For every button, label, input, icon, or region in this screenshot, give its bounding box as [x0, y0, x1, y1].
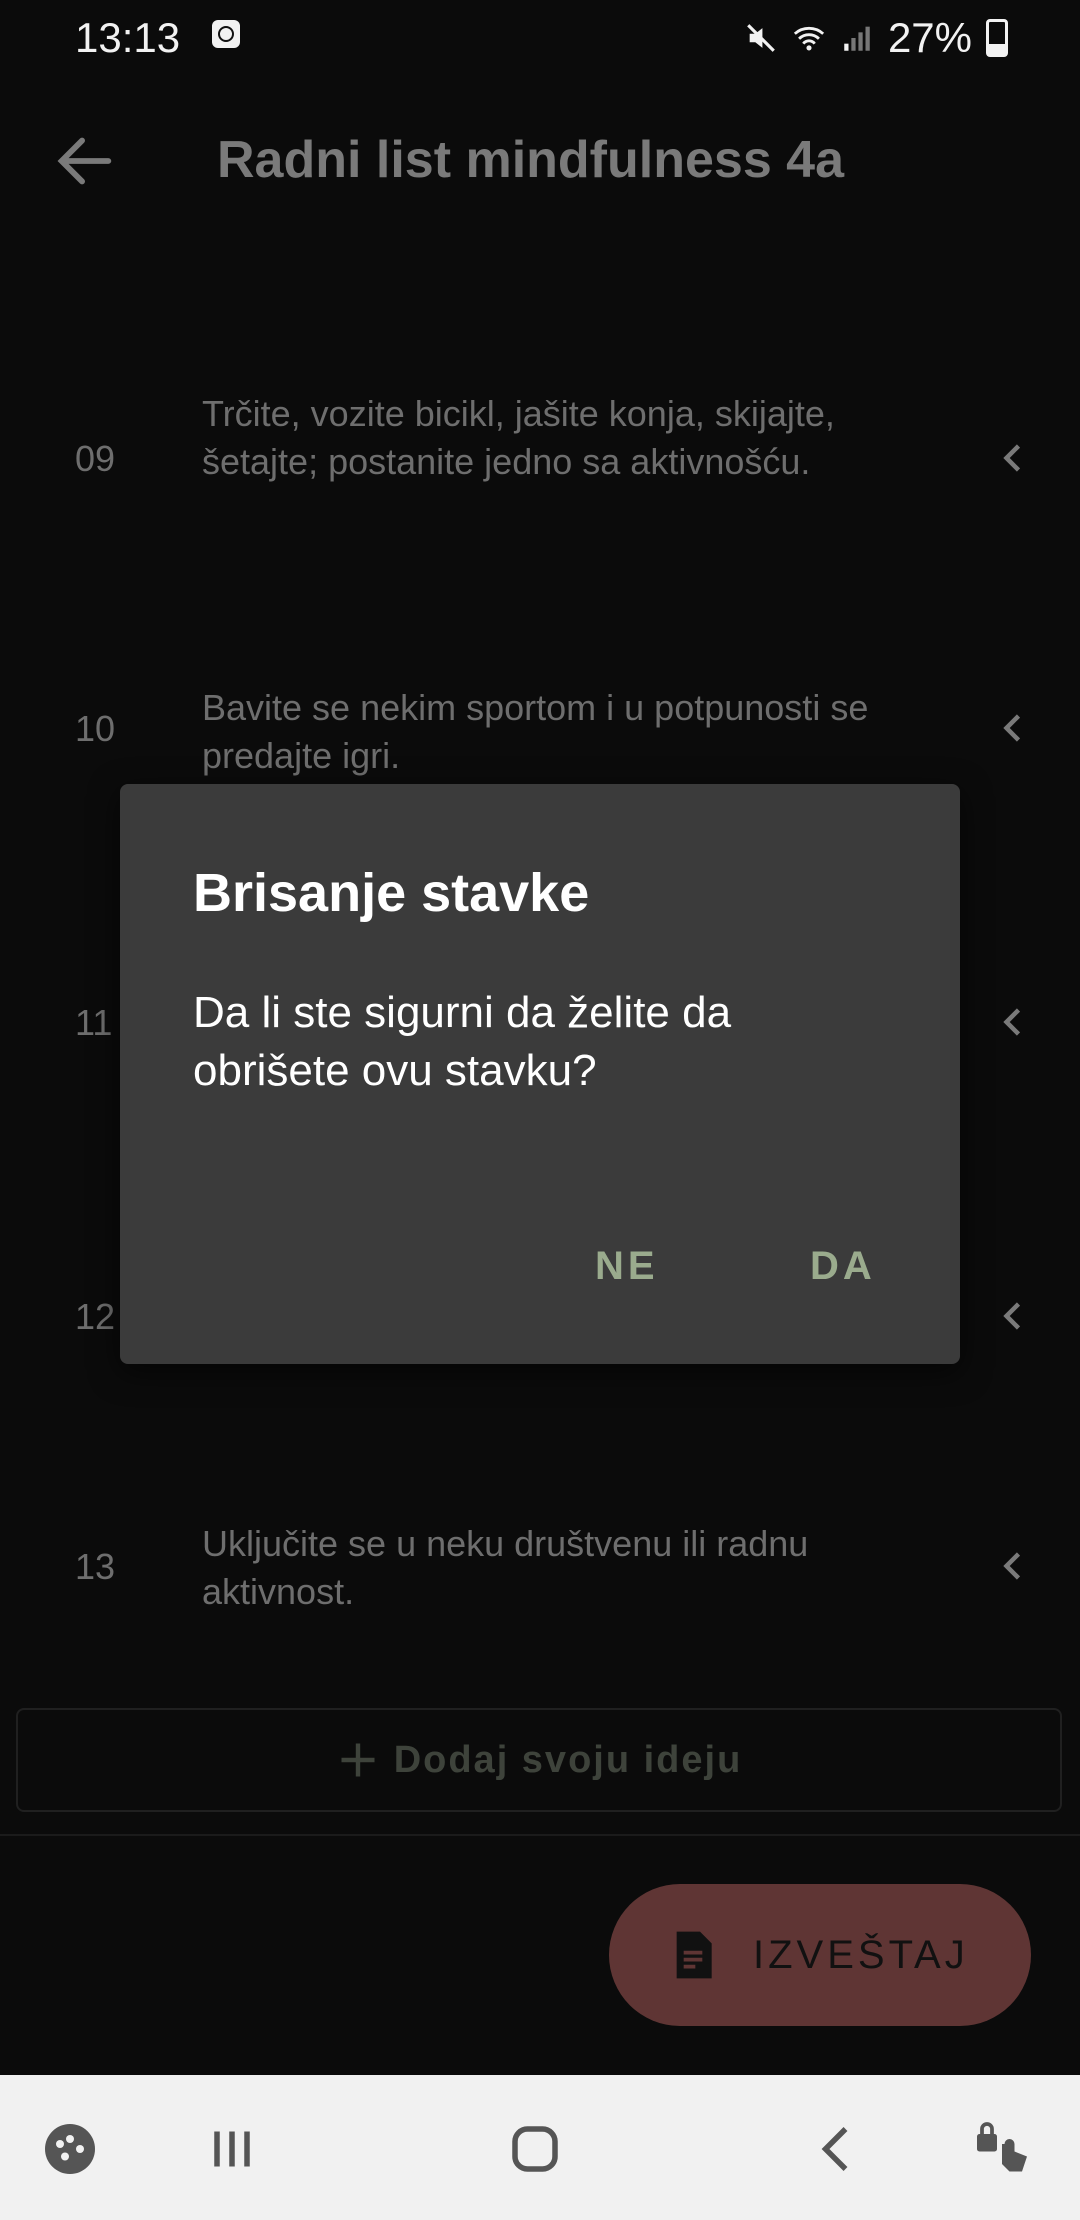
report-button[interactable]: IZVEŠTAJ	[609, 1884, 1031, 2026]
status-icons: 27%	[744, 14, 1008, 62]
report-label: IZVEŠTAJ	[753, 1932, 969, 1977]
game-launcher-icon[interactable]	[40, 2119, 100, 2179]
home-icon[interactable]	[505, 2119, 565, 2179]
back-arrow-icon[interactable]	[50, 126, 120, 196]
chevron-left-icon[interactable]	[996, 440, 1032, 476]
wifi-icon	[793, 26, 825, 51]
list-item[interactable]: 13 Uključite se u neku društvenu ili rad…	[0, 1518, 1080, 1618]
document-icon	[676, 1931, 712, 1979]
battery-percent: 27%	[887, 14, 972, 61]
item-number: 11	[75, 1002, 113, 1043]
status-time: 13:13	[75, 14, 181, 61]
mute-icon	[747, 24, 775, 52]
signal-icon	[844, 26, 870, 51]
dialog-yes-button[interactable]: DA	[810, 1244, 876, 1289]
item-number: 12	[75, 1296, 116, 1337]
dialog-title: Brisanje stavke	[193, 863, 590, 923]
chevron-left-icon[interactable]	[996, 1004, 1032, 1040]
divider	[0, 1834, 1080, 1836]
nav-back-icon[interactable]	[808, 2119, 868, 2179]
item-number: 09	[75, 438, 116, 479]
item-text: Bavite se nekim sportom i u potpunosti s…	[202, 687, 869, 776]
list-item[interactable]: 10 Bavite se nekim sportom i u potpunost…	[0, 684, 1080, 784]
item-text: Trčite, vozite bicikl, jašite konja, ski…	[202, 393, 835, 482]
item-text: Uključite se u neku društvenu ili radnu …	[202, 1523, 809, 1612]
alarm-icon	[212, 20, 240, 48]
recent-apps-icon[interactable]	[202, 2119, 262, 2179]
plus-icon	[341, 1743, 375, 1777]
chevron-left-icon[interactable]	[996, 1298, 1032, 1334]
item-number: 13	[75, 1546, 116, 1587]
battery-icon	[986, 19, 1008, 57]
list-item[interactable]: 09 Trčite, vozite bicikl, jašite konja, …	[0, 390, 1080, 535]
add-idea-button[interactable]: Dodaj svoju ideju	[16, 1708, 1062, 1812]
navigation-bar	[0, 2075, 1080, 2220]
page-title: Radni list mindfulness 4a	[217, 131, 845, 189]
item-number: 10	[75, 708, 116, 749]
dialog-no-button[interactable]: NE	[595, 1244, 659, 1289]
chevron-left-icon[interactable]	[996, 710, 1032, 746]
chevron-left-icon[interactable]	[996, 1548, 1032, 1584]
delete-item-dialog: Brisanje stavke Da li ste sigurni da žel…	[120, 784, 960, 1364]
dialog-message: Da li ste sigurni da želite da obrišete …	[193, 988, 732, 1095]
add-idea-label: Dodaj svoju ideju	[393, 1738, 743, 1781]
app-bar: Radni list mindfulness 4a	[0, 100, 1080, 220]
status-bar: 13:13 27%	[0, 0, 1080, 75]
touch-lock-icon[interactable]	[972, 2119, 1032, 2179]
